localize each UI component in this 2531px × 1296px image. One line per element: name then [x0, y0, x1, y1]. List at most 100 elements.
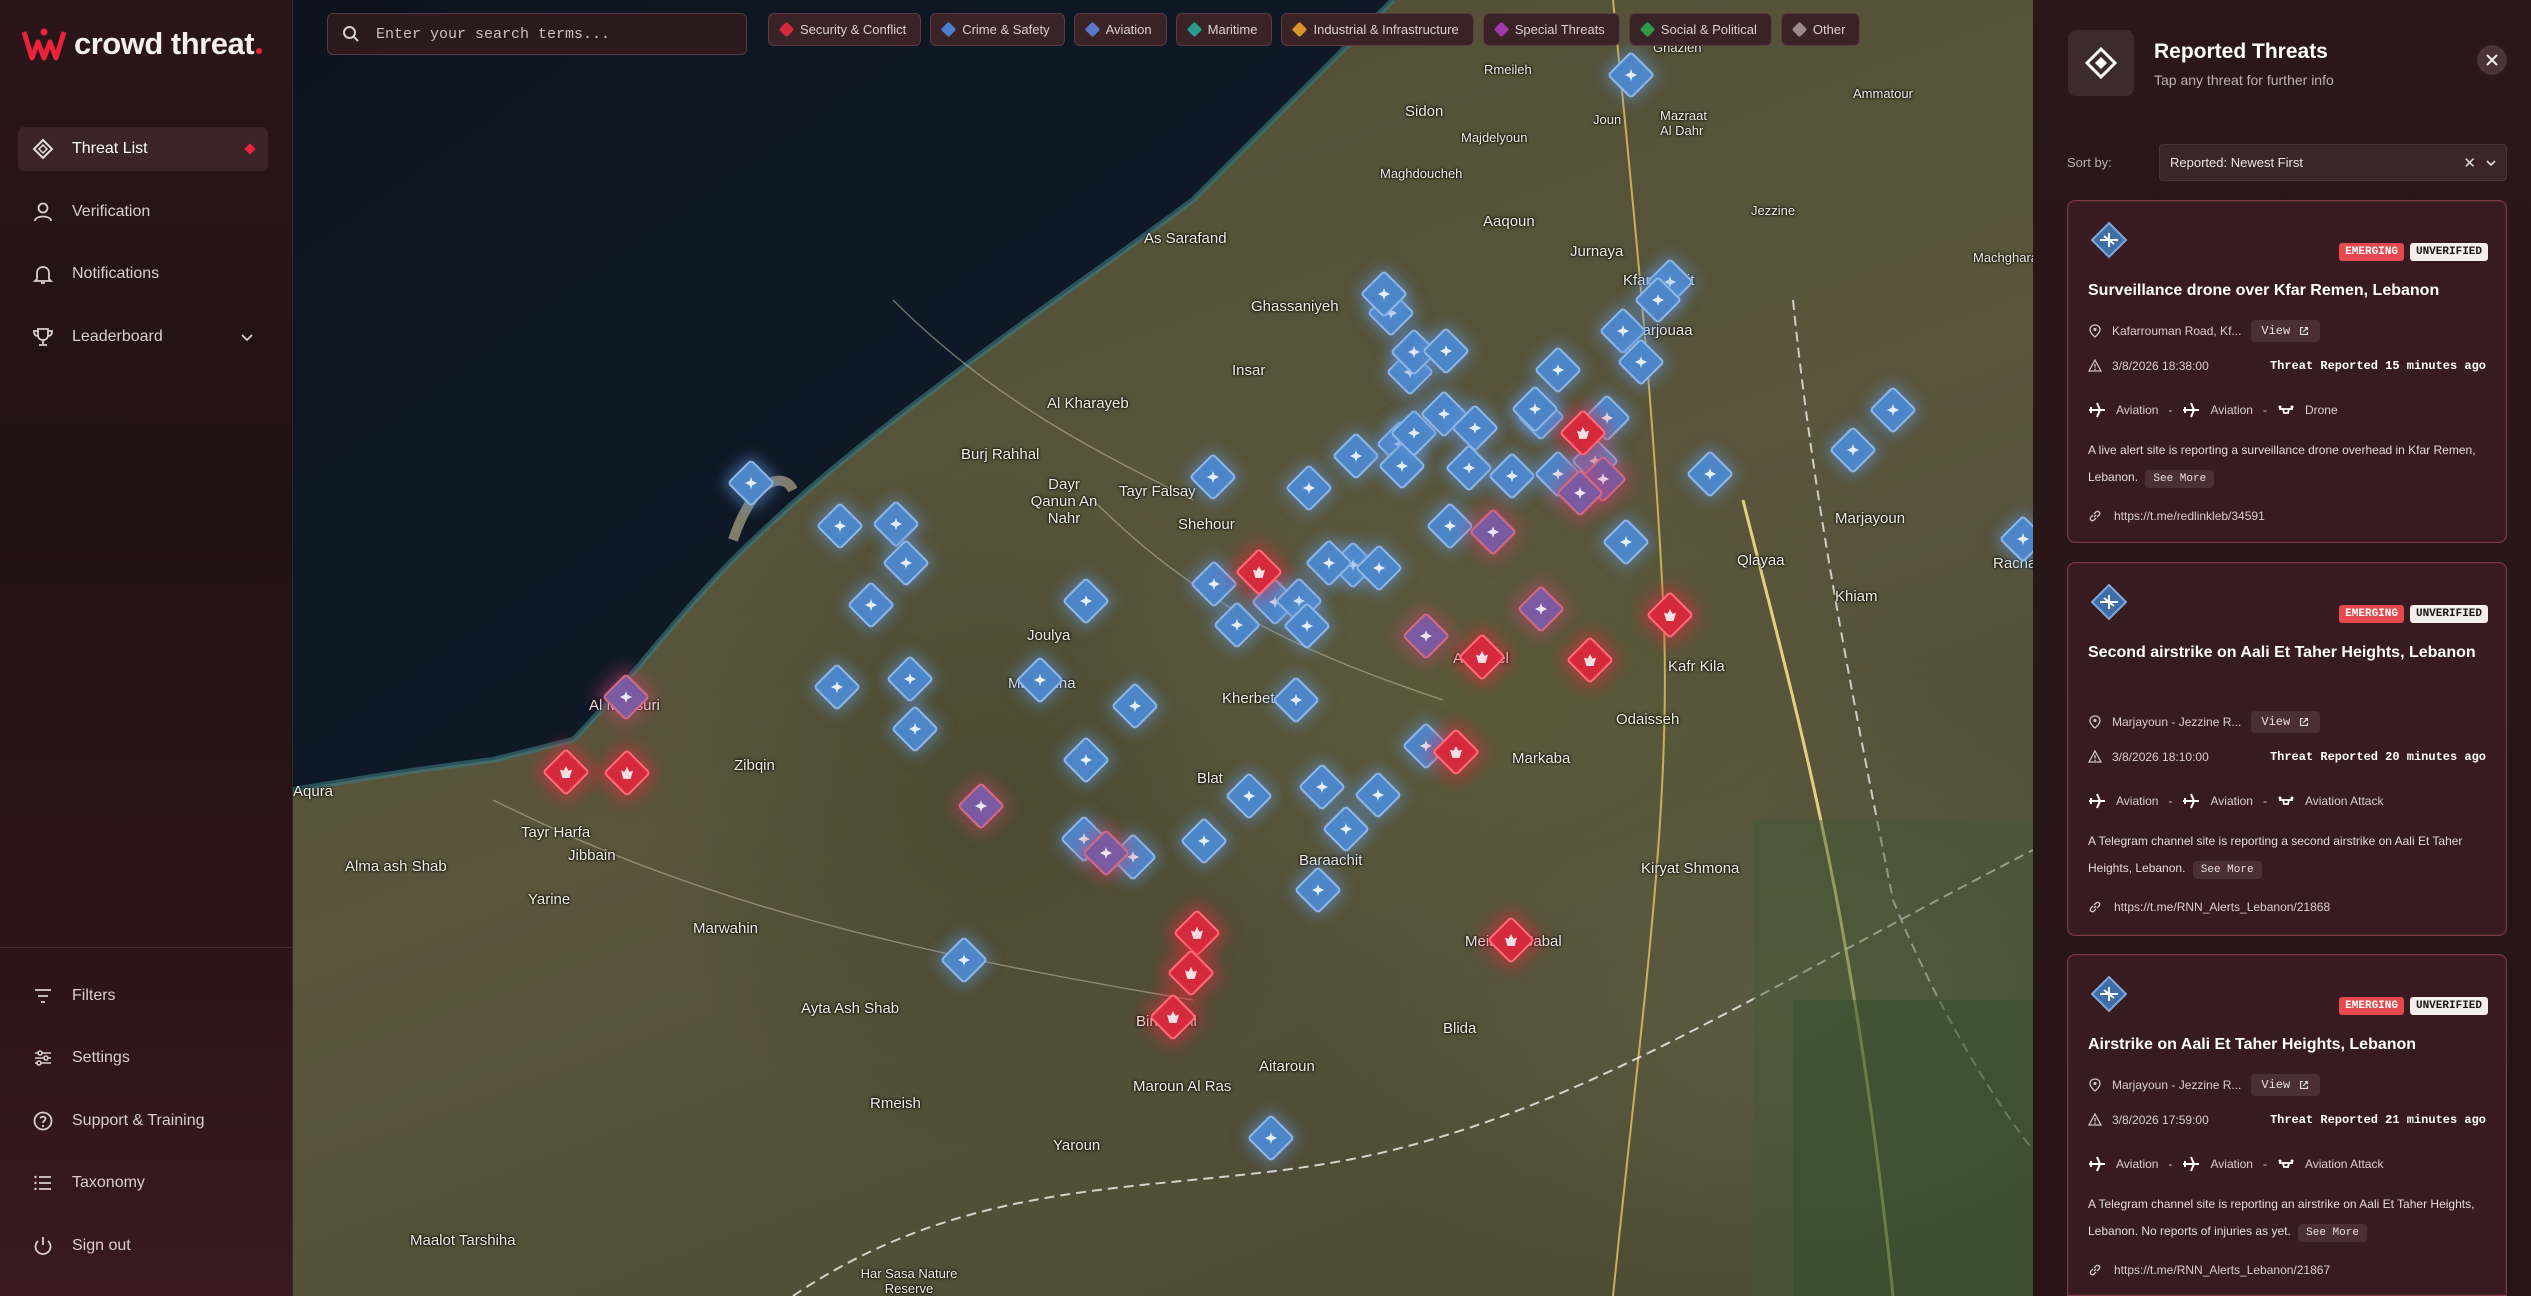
sort-value: Reported: Newest First — [2170, 155, 2303, 170]
chip-label: Security & Conflict — [800, 22, 907, 37]
town-label: Machghara — [1973, 250, 2033, 265]
sidebar-item-support[interactable]: Support & Training — [18, 1099, 268, 1143]
pin-icon — [2089, 715, 2101, 729]
threat-card[interactable]: EMERGING UNVERIFIED Airstrike on Aali Et… — [2067, 954, 2507, 1296]
sidebar-item-verification[interactable]: Verification — [18, 190, 268, 234]
town-label: Rmeish — [870, 1095, 921, 1112]
threat-datetime: 3/8/2026 18:38:00 — [2112, 359, 2209, 373]
view-button[interactable]: View — [2251, 711, 2321, 733]
chip-label: Crime & Safety — [962, 22, 1050, 37]
threat-card[interactable]: EMERGING UNVERIFIED Surveillance drone o… — [2067, 200, 2507, 543]
panel-title: Reported Threats — [2154, 40, 2328, 63]
see-more-button[interactable]: See More — [2192, 861, 2262, 879]
chip-industrial-infrastructure[interactable]: Industrial & Infrastructure — [1281, 13, 1474, 46]
search-box[interactable] — [327, 13, 747, 55]
warning-icon — [2088, 1113, 2102, 1126]
chip-label: Other — [1812, 22, 1846, 37]
user-icon — [34, 202, 52, 222]
threat-description: A live alert site is reporting a surveil… — [2088, 437, 2493, 493]
view-button[interactable]: View — [2251, 1074, 2321, 1096]
search-icon — [343, 26, 359, 42]
source-link[interactable]: https://t.me/RNN_Alerts_Lebanon/21868 — [2088, 900, 2330, 914]
chip-aviation[interactable]: Aviation — [1073, 13, 1167, 46]
status-badge: EMERGING — [2339, 243, 2404, 261]
town-label: Al Kharayeb — [1047, 395, 1129, 412]
chip-security-conflict[interactable]: Security & Conflict — [768, 13, 922, 46]
town-label: Sidon — [1405, 103, 1444, 120]
sidebar-item-threat-list[interactable]: Threat List — [18, 127, 268, 171]
town-label: Baraachit — [1299, 852, 1363, 869]
panel-header: Reported Threats Tap any threat for furt… — [2068, 30, 2334, 96]
source-link[interactable]: https://t.me/redlinkleb/34591 — [2088, 509, 2265, 523]
type-label: Aviation Attack — [2304, 794, 2384, 808]
warning-icon — [2088, 359, 2102, 372]
category-separator: - — [2168, 1157, 2173, 1171]
threat-datetime: 3/8/2026 18:10:00 — [2112, 750, 2209, 764]
town-label: Insar — [1232, 362, 1266, 379]
location-row: Kafarrouman Road, Kf... View — [2088, 320, 2321, 342]
aviation-attack-icon — [2278, 1159, 2294, 1168]
sidebar-item-taxonomy[interactable]: Taxonomy — [18, 1161, 268, 1205]
threat-map[interactable]: Sidon Aaqoun Jurnaya As Sarafand Ghassan… — [293, 0, 2033, 1296]
sliders-icon — [35, 1050, 51, 1066]
sort-select[interactable]: Reported: Newest First ✕ — [2159, 144, 2507, 181]
sort-label: Sort by: — [2067, 155, 2112, 170]
sidebar-item-label: Verification — [72, 203, 151, 220]
town-label: Zibqin — [734, 757, 775, 774]
town-label: Shehour — [1178, 516, 1235, 533]
town-label: Blida — [1443, 1020, 1477, 1037]
chip-crime-safety[interactable]: Crime & Safety — [930, 13, 1065, 46]
town-label: Aitaroun — [1259, 1058, 1315, 1075]
app-logo[interactable]: crowd threat — [22, 26, 263, 62]
location-text: Kafarrouman Road, Kf... — [2112, 324, 2242, 338]
town-label: Jezzine — [1751, 203, 1796, 218]
verification-badge: UNVERIFIED — [2409, 605, 2488, 623]
chip-other[interactable]: Other — [1780, 13, 1861, 46]
chevron-down-icon[interactable] — [240, 330, 254, 344]
view-label: View — [2261, 1078, 2291, 1092]
chip-social-political[interactable]: Social & Political — [1628, 13, 1772, 46]
plane-icon — [2183, 402, 2200, 418]
source-link[interactable]: https://t.me/RNN_Alerts_Lebanon/21867 — [2088, 1263, 2330, 1277]
sidebar-item-settings[interactable]: Settings — [18, 1036, 268, 1080]
town-label: Maalot Tarshiha — [410, 1232, 516, 1249]
town-label: Jibbain — [568, 847, 616, 864]
category-separator: - — [2262, 403, 2267, 417]
sidebar-item-leaderboard[interactable]: Leaderboard — [18, 315, 268, 359]
view-button[interactable]: View — [2251, 320, 2321, 342]
subcategory-label: Aviation — [2210, 403, 2253, 417]
sidebar-item-filters[interactable]: Filters — [18, 974, 268, 1018]
aviation-attack-icon — [2278, 796, 2294, 805]
verification-badge: UNVERIFIED — [2409, 243, 2488, 261]
status-badge: EMERGING — [2339, 997, 2404, 1015]
sidebar: crowd threat Threat List Verification No… — [0, 0, 293, 1296]
bell-icon — [32, 266, 54, 284]
sidebar-item-label: Support & Training — [72, 1112, 205, 1129]
category-path: Aviation - Aviation - Drone — [2088, 401, 2338, 419]
power-icon — [34, 1237, 52, 1255]
clear-sort-icon[interactable]: ✕ — [2463, 154, 2476, 172]
category-path: Aviation - Aviation - Aviation Attack — [2088, 1155, 2383, 1173]
close-panel-button[interactable] — [2477, 45, 2507, 75]
town-label: Yaroun — [1053, 1137, 1101, 1154]
verification-badge: UNVERIFIED — [2409, 997, 2488, 1015]
filter-icon — [35, 989, 51, 1003]
sidebar-item-sign-out[interactable]: Sign out — [18, 1224, 268, 1268]
location-text: Marjayoun - Jezzine R... — [2112, 1078, 2242, 1092]
threat-description: A Telegram channel site is reporting an … — [2088, 1191, 2493, 1247]
chip-label: Maritime — [1207, 22, 1258, 37]
datetime-row: 3/8/2026 17:59:00 — [2088, 1113, 2209, 1127]
sidebar-item-notifications[interactable]: Notifications — [18, 252, 268, 296]
chip-special-threats[interactable]: Special Threats — [1482, 13, 1620, 46]
search-input[interactable] — [376, 25, 736, 43]
chip-maritime[interactable]: Maritime — [1175, 13, 1273, 46]
close-icon — [2486, 54, 2498, 66]
threat-card[interactable]: EMERGING UNVERIFIED Second airstrike on … — [2067, 562, 2507, 936]
see-more-button[interactable]: See More — [2145, 470, 2215, 488]
town-label: Khiam — [1835, 588, 1878, 605]
aviation-category-icon — [2090, 583, 2128, 621]
warning-icon — [2088, 750, 2102, 763]
town-label: Marwahin — [693, 920, 759, 937]
category-filter-chips: Security & Conflict Crime & Safety Aviat… — [768, 13, 1861, 46]
see-more-button[interactable]: See More — [2298, 1224, 2367, 1242]
